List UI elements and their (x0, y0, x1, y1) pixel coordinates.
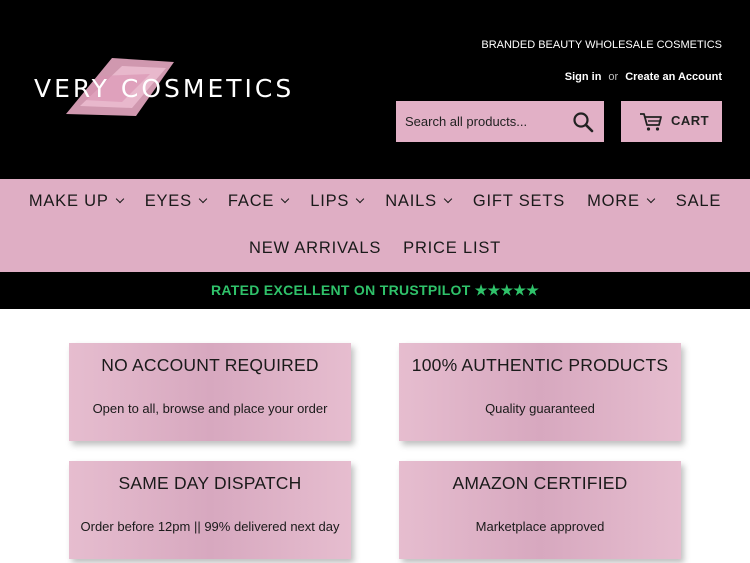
feature-title: NO ACCOUNT REQUIRED (101, 355, 319, 375)
cart-label: CART (671, 113, 710, 128)
nav-item-more[interactable]: MORE (587, 191, 656, 211)
search-icon[interactable] (572, 111, 594, 133)
nav-item-label: GIFT SETS (472, 191, 566, 210)
feature-subtitle: Marketplace approved (475, 519, 605, 534)
nav-row-secondary: NEW ARRIVALS PRICE LIST (0, 237, 750, 259)
sign-in-link[interactable]: Sign in (565, 71, 602, 83)
search-input[interactable] (396, 101, 561, 142)
feature-card-authentic: 100% AUTHENTIC PRODUCTS Quality guarante… (399, 343, 681, 441)
logo-text[interactable]: VERY COSMETICS (34, 74, 294, 103)
nav-item-price-list[interactable]: PRICE LIST (403, 239, 501, 258)
nav-item-eyes[interactable]: EYES (144, 191, 208, 211)
feature-card-no-account: NO ACCOUNT REQUIRED Open to all, browse … (69, 343, 351, 441)
nav-item-label: PRICE LIST (403, 238, 502, 257)
nav-item-sale[interactable]: SALE (676, 192, 721, 211)
chevron-down-icon (646, 194, 656, 204)
cart-icon (640, 113, 662, 131)
or-separator: or (608, 71, 619, 83)
nav-item-gift-sets[interactable]: GIFT SETS (473, 192, 565, 211)
feature-subtitle: Order before 12pm || 99% delivered next … (80, 519, 340, 534)
feature-subtitle: Open to all, browse and place your order (92, 401, 328, 416)
nav-item-lips[interactable]: LIPS (310, 191, 365, 211)
feature-subtitle: Quality guaranteed (485, 401, 595, 416)
feature-title: 100% AUTHENTIC PRODUCTS (411, 355, 669, 375)
nav-item-label: NAILS (385, 191, 437, 210)
site-header: VERY COSMETICS BRANDED BEAUTY WHOLESALE … (0, 0, 750, 179)
main-nav: MAKE UP EYES FACE LIPS NAILS GIFT SETS M… (0, 179, 750, 272)
nav-row-primary: MAKE UP EYES FACE LIPS NAILS GIFT SETS M… (0, 190, 750, 212)
nav-item-nails[interactable]: NAILS (385, 191, 453, 211)
trustpilot-banner[interactable]: RATED EXCELLENT ON TRUSTPILOT ★★★★★ (0, 272, 750, 309)
nav-item-face[interactable]: FACE (227, 191, 290, 211)
trustpilot-text: RATED EXCELLENT ON TRUSTPILOT ★★★★★ (210, 282, 540, 298)
nav-item-label: MORE (587, 191, 640, 210)
feature-card-dispatch: SAME DAY DISPATCH Order before 12pm || 9… (69, 461, 351, 559)
feature-title: AMAZON CERTIFIED (452, 473, 628, 493)
cart-button[interactable]: CART (621, 101, 722, 142)
chevron-down-icon (280, 194, 290, 204)
tagline: BRANDED BEAUTY WHOLESALE COSMETICS (481, 39, 722, 51)
chevron-down-icon (115, 194, 124, 204)
search-box (396, 101, 604, 142)
nav-item-label: EYES (144, 191, 192, 210)
nav-item-make-up[interactable]: MAKE UP (28, 191, 124, 211)
chevron-down-icon (198, 194, 208, 204)
account-links: Sign in or Create an Account (565, 71, 722, 83)
feature-card-amazon: AMAZON CERTIFIED Marketplace approved (399, 461, 681, 559)
create-account-link[interactable]: Create an Account (625, 71, 722, 83)
nav-item-label: FACE (227, 191, 275, 210)
nav-item-label: NEW ARRIVALS (248, 238, 382, 257)
chevron-down-icon (355, 194, 365, 204)
nav-item-label: LIPS (310, 191, 350, 210)
chevron-down-icon (443, 194, 453, 204)
feature-title: SAME DAY DISPATCH (118, 473, 302, 493)
nav-item-label: SALE (675, 191, 722, 210)
nav-item-label: MAKE UP (28, 191, 109, 210)
nav-item-new-arrivals[interactable]: NEW ARRIVALS (249, 239, 381, 258)
